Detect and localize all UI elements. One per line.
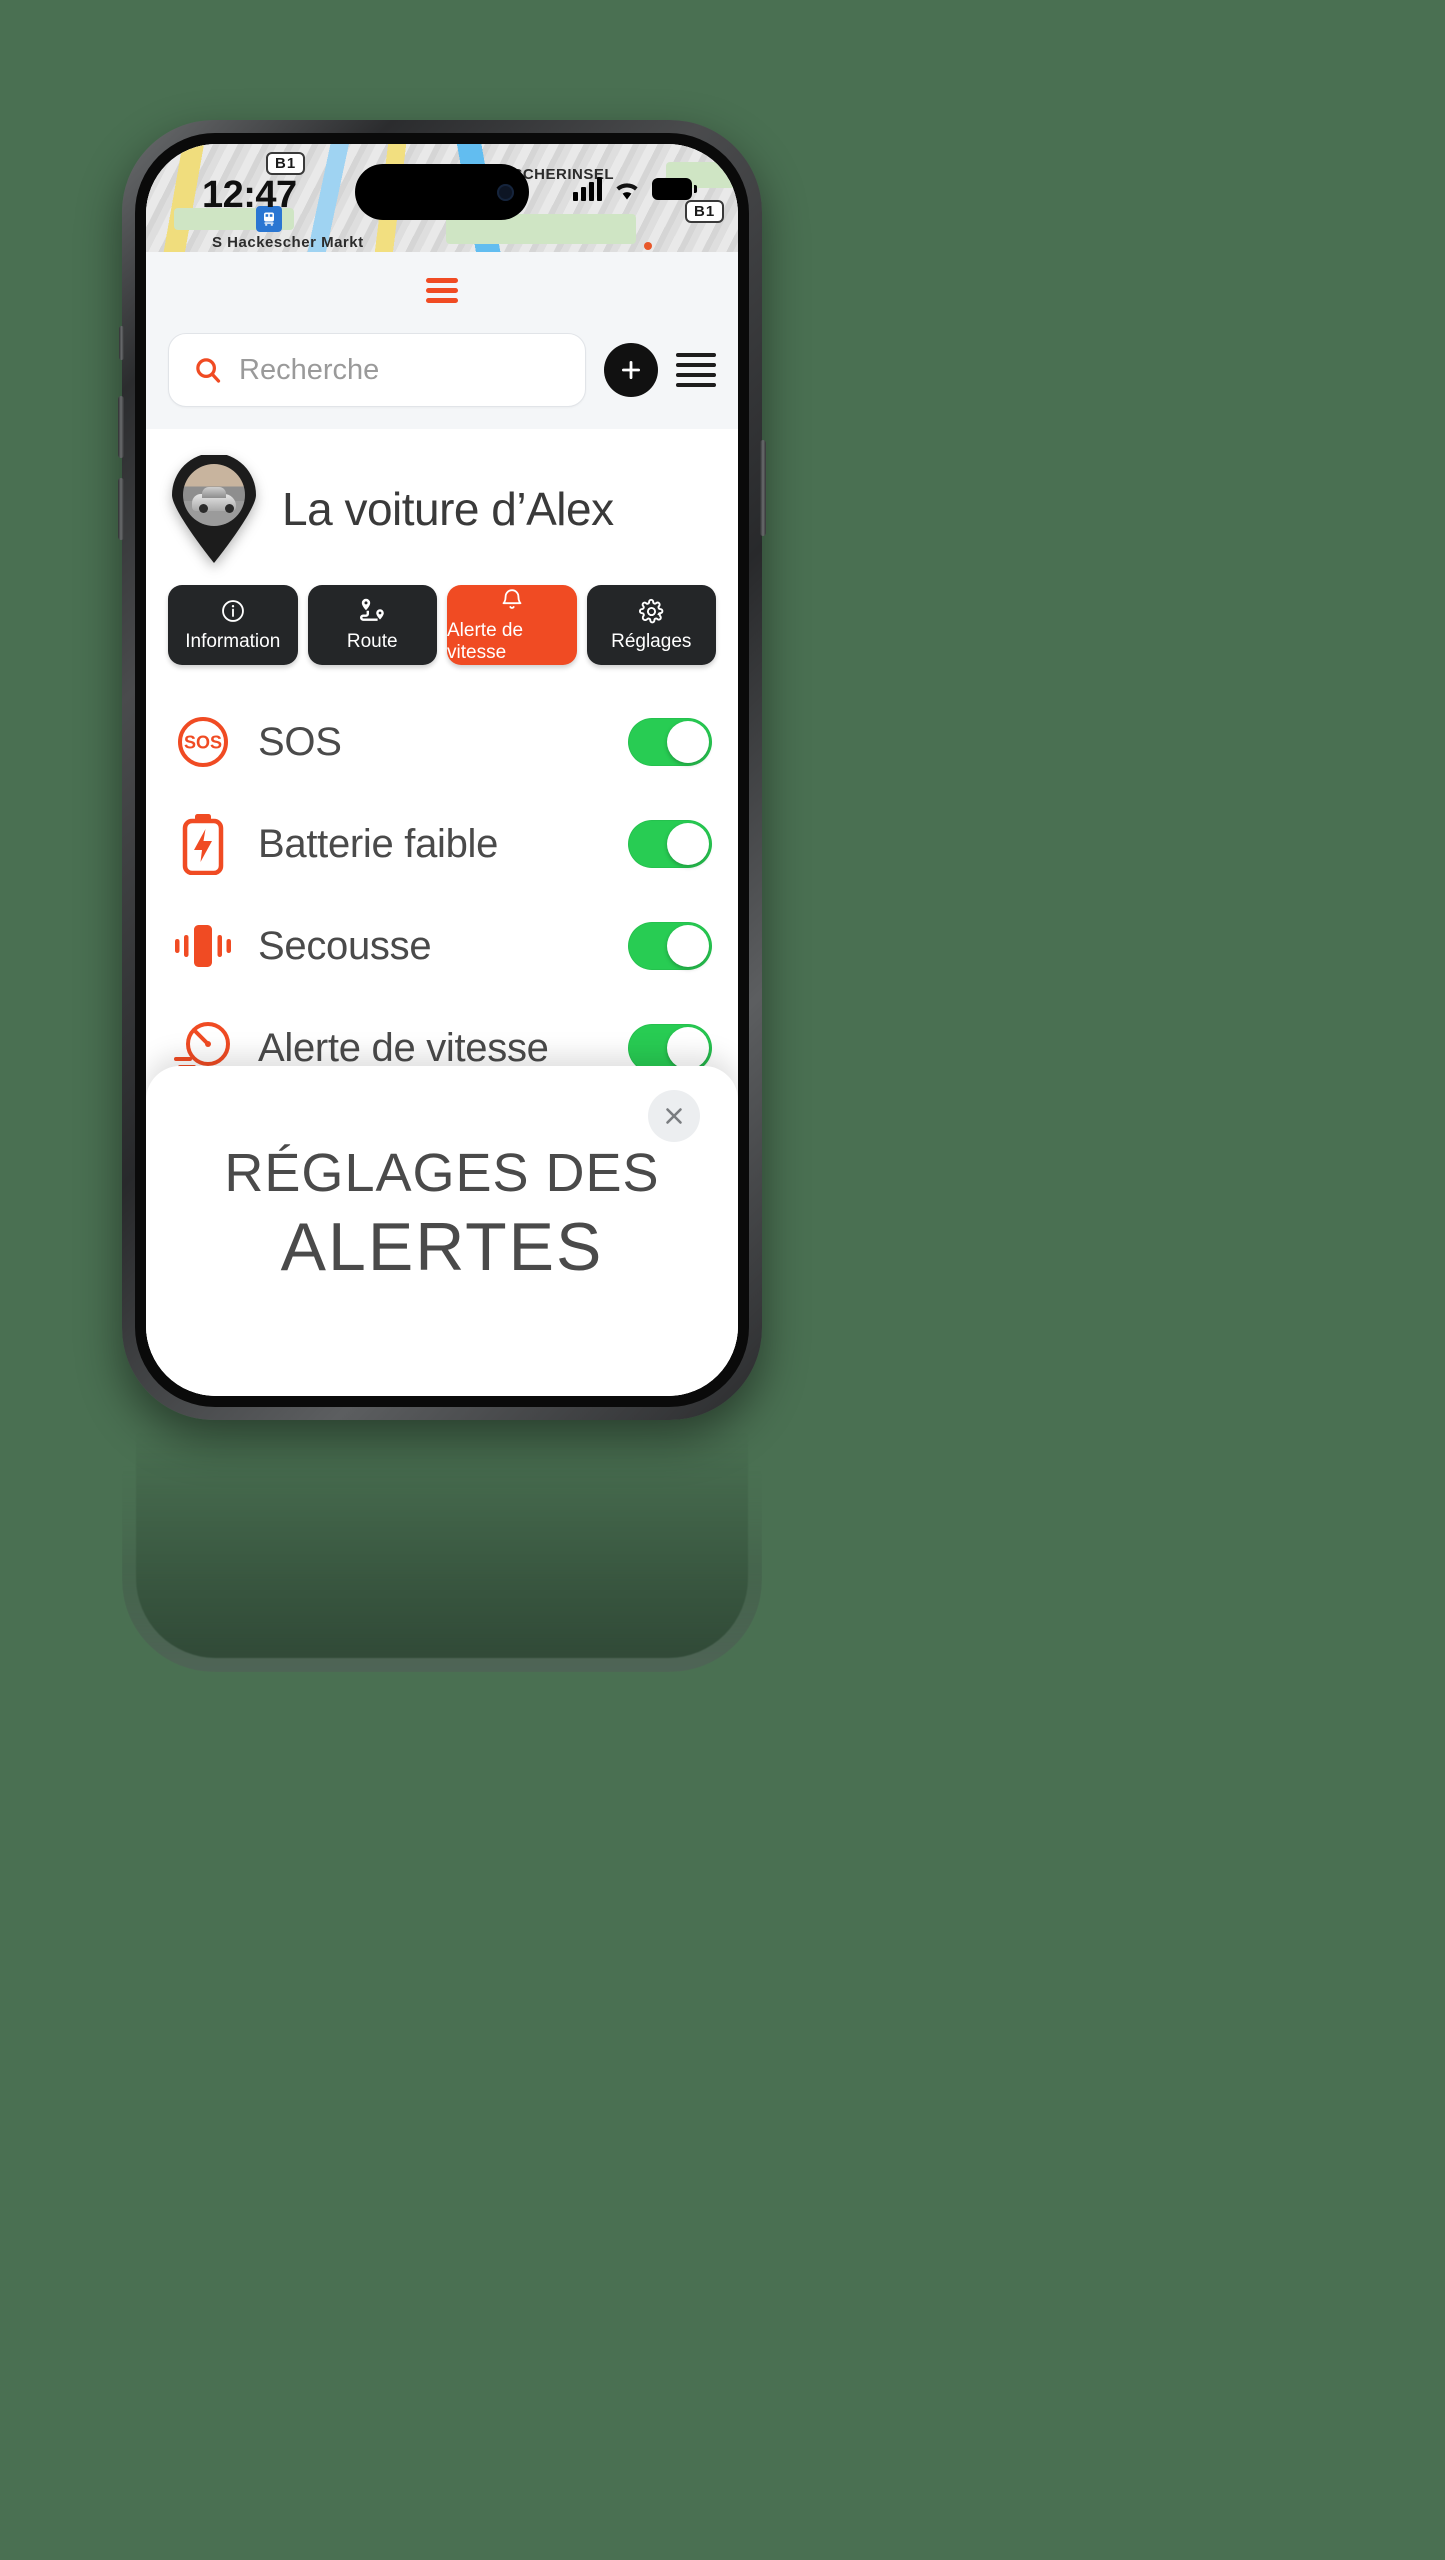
search-panel: Recherche <box>146 252 738 429</box>
sos-circle-icon: SOS <box>172 714 234 770</box>
dynamic-island <box>355 164 529 220</box>
tab-reglages[interactable]: Réglages <box>586 585 716 665</box>
sheet-title: RÉGLAGES DES ALERTES <box>146 1142 738 1286</box>
power-button[interactable] <box>760 440 766 536</box>
vibration-icon <box>172 920 234 972</box>
tab-alerte-de-vitesse[interactable]: Alerte de vitesse <box>447 585 577 665</box>
volume-up-button[interactable] <box>118 396 124 458</box>
cellular-bars-icon <box>573 177 602 201</box>
status-icons <box>573 177 697 201</box>
phone-frame: B1 FISCHERINSEL S Hackescher Markt B1 12… <box>118 120 766 1420</box>
status-time: 12:47 <box>202 174 297 216</box>
vehicle-header: La voiture d’Alex <box>146 429 738 569</box>
page-title: La voiture d’Alex <box>282 483 614 535</box>
front-camera-icon <box>497 183 514 201</box>
tab-information-label: Information <box>185 631 281 652</box>
close-icon[interactable] <box>648 1090 700 1142</box>
hamburger-menu-icon[interactable] <box>676 353 716 387</box>
silent-switch[interactable] <box>119 326 124 360</box>
toggle-sos[interactable] <box>628 718 712 766</box>
tab-bar: Information Route Alerte de vitesse Régl… <box>146 569 738 665</box>
phone-reflection <box>122 1432 762 1672</box>
list-item-label: Secousse <box>258 923 432 968</box>
phone-bezel: B1 FISCHERINSEL S Hackescher Markt B1 12… <box>135 133 749 1407</box>
svg-text:SOS: SOS <box>184 733 222 753</box>
info-circle-icon <box>220 597 246 625</box>
alert-settings-sheet: RÉGLAGES DES ALERTES <box>146 1066 738 1396</box>
list-item-label: Alerte de vitesse <box>258 1025 549 1070</box>
search-input[interactable]: Recherche <box>168 333 586 407</box>
status-bar: 12:47 <box>146 144 738 252</box>
route-pins-icon <box>358 597 386 625</box>
gear-icon <box>638 597 665 625</box>
list-item-label: Batterie faible <box>258 821 499 866</box>
wifi-icon <box>616 183 638 200</box>
tab-alerte-de-vitesse-label: Alerte de vitesse <box>447 620 524 663</box>
toggle-batterie-faible[interactable] <box>628 820 712 868</box>
tab-route[interactable]: Route <box>307 585 437 665</box>
bell-icon <box>500 586 524 614</box>
low-battery-icon <box>172 813 234 875</box>
phone-screen: B1 FISCHERINSEL S Hackescher Markt B1 12… <box>146 144 738 1396</box>
search-icon <box>196 358 221 383</box>
volume-down-button[interactable] <box>118 478 124 540</box>
sheet-title-line2: ALERTES <box>280 1209 604 1285</box>
search-placeholder: Recherche <box>239 353 380 386</box>
list-item[interactable]: SOS SOS <box>172 691 712 793</box>
toggle-secousse[interactable] <box>628 922 712 970</box>
list-item-label: SOS <box>258 719 342 764</box>
car-photo-pin-icon[interactable] <box>172 455 256 563</box>
app-content: Recherche La voiture d’Alex Information … <box>146 252 738 1396</box>
sheet-title-line1: RÉGLAGES DES <box>224 1143 660 1203</box>
battery-icon <box>652 178 697 200</box>
phone-mockup: B1 FISCHERINSEL S Hackescher Markt B1 12… <box>118 120 766 1420</box>
tab-route-label: Route <box>346 631 398 652</box>
alert-settings-list: SOS SOS Batterie faible Secousse Alerte … <box>146 665 738 1099</box>
toggle-alerte-de-vitesse[interactable] <box>628 1024 712 1072</box>
search-row: Recherche <box>146 333 738 407</box>
list-item[interactable]: Batterie faible <box>172 793 712 895</box>
list-item[interactable]: Secousse <box>172 895 712 997</box>
tab-reglages-label: Réglages <box>611 631 692 652</box>
add-button[interactable] <box>604 343 658 397</box>
plus-icon <box>622 361 640 379</box>
hamburger-handle-icon[interactable] <box>426 278 458 303</box>
tab-information[interactable]: Information <box>168 585 298 665</box>
